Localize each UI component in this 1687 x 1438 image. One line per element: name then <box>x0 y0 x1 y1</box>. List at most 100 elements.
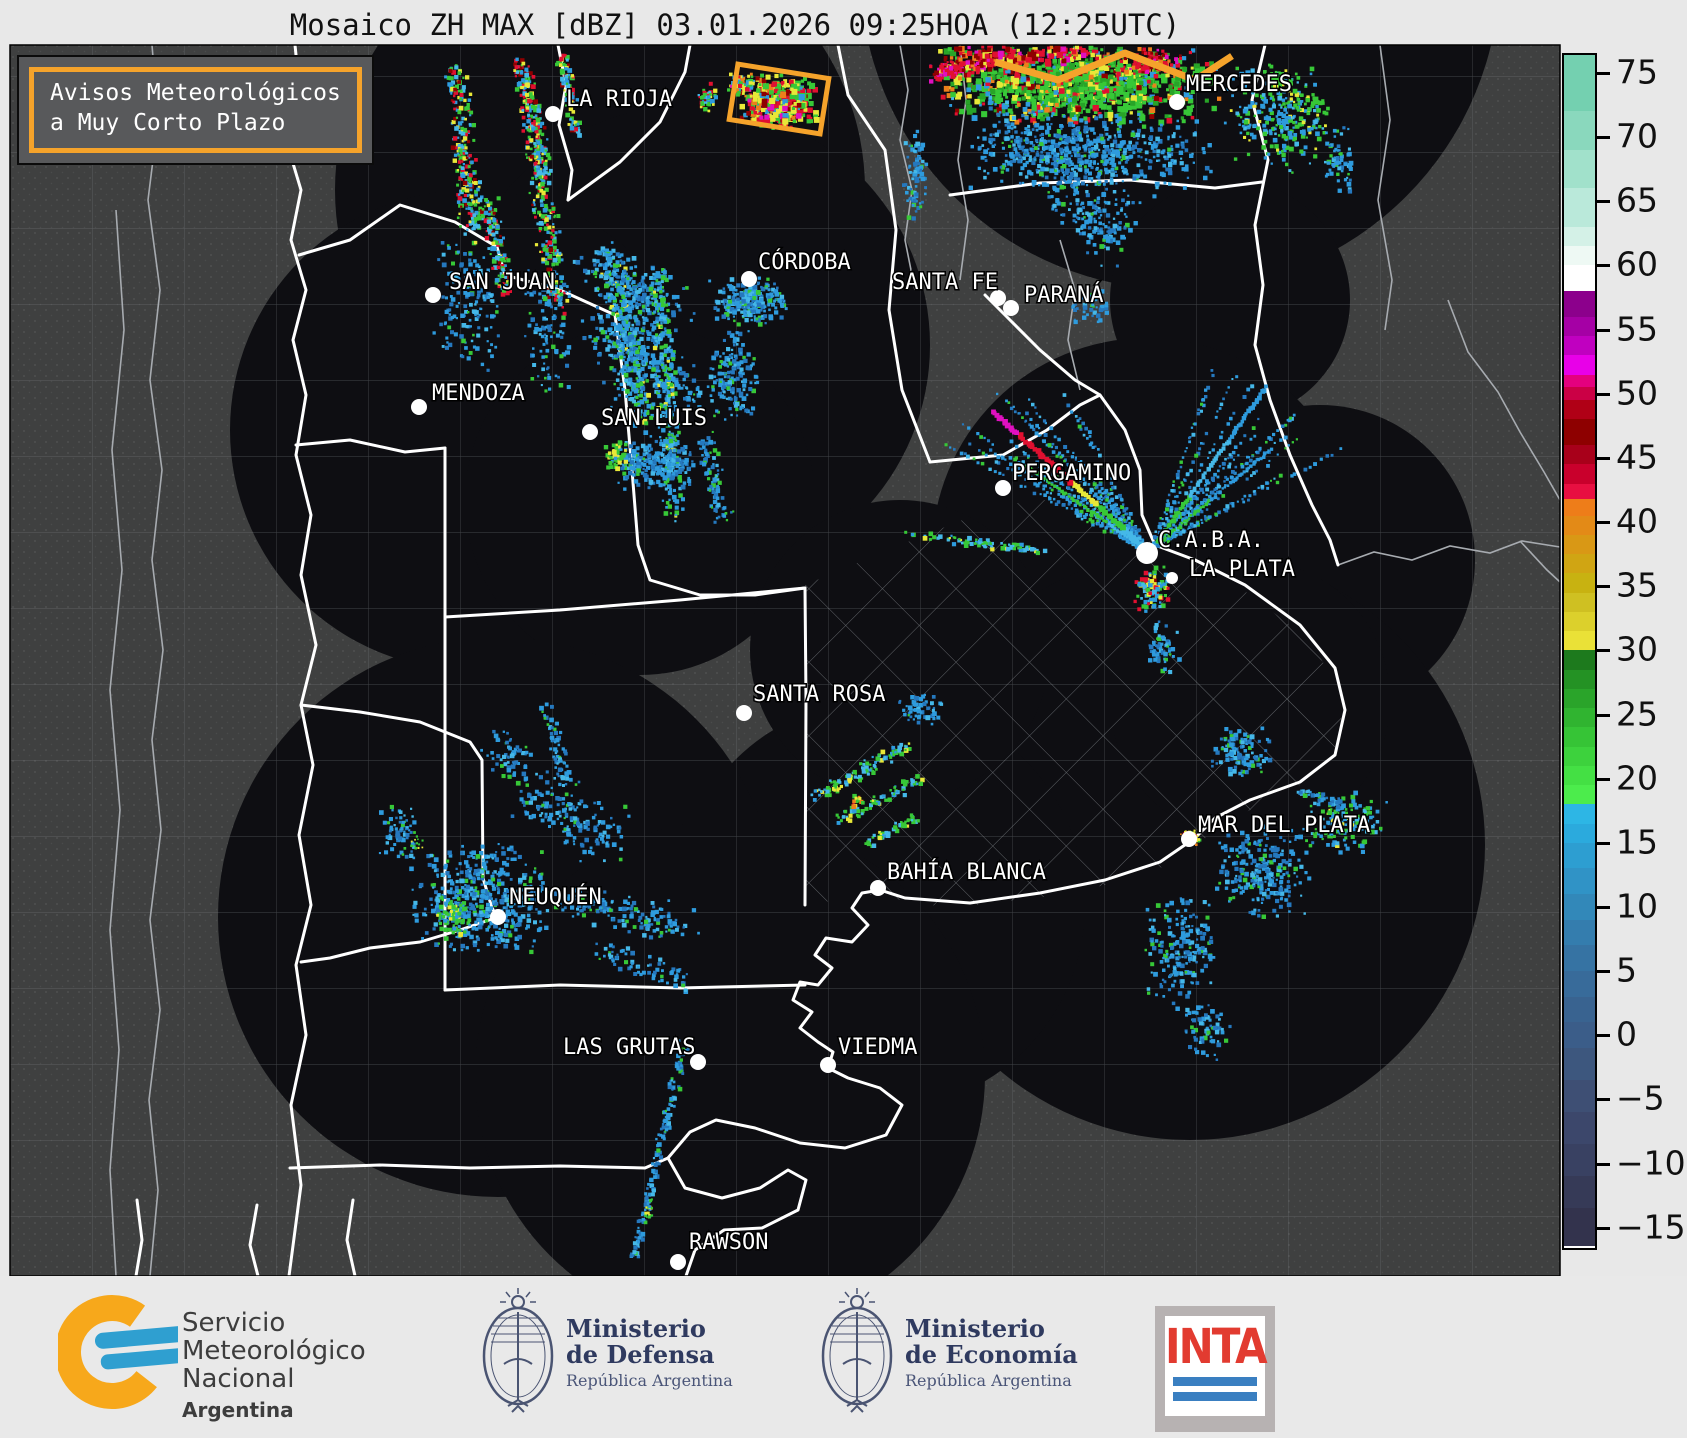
colorbar-segment <box>1564 534 1595 555</box>
colorbar-segment <box>1564 111 1595 151</box>
city-label: NEUQUÉN <box>509 884 602 910</box>
colorbar-segment <box>1564 387 1595 401</box>
colorbar-tick <box>1597 1098 1610 1102</box>
colorbar-tick-label: 5 <box>1616 950 1637 990</box>
economia-line3: República Argentina <box>905 1371 1072 1390</box>
colorbar-tick-label: −10 <box>1616 1143 1686 1183</box>
colorbar-segment <box>1564 355 1595 375</box>
colorbar-tick-label: 30 <box>1616 630 1658 670</box>
economia-line1: Ministerio <box>905 1314 1045 1343</box>
smn-logo-icon <box>58 1295 178 1409</box>
city-label: LA PLATA <box>1189 557 1295 582</box>
colorbar-tick <box>1597 200 1610 204</box>
economia-text: Ministerio de Economía República Argenti… <box>905 1314 1078 1391</box>
inta-wordmark: INTA <box>1165 1318 1268 1375</box>
smn-logo-text: Servicio Meteorológico Nacional Argentin… <box>182 1309 366 1424</box>
city-label: SAN JUAN <box>449 270 555 295</box>
colorbar-tick-label: 65 <box>1616 181 1658 221</box>
city-dot <box>545 106 561 122</box>
colorbar-tick <box>1597 392 1610 396</box>
colorbar-segment <box>1564 650 1595 671</box>
warning-line-2: a Muy Corto Plazo <box>50 110 286 137</box>
inta-bar-1 <box>1173 1377 1257 1386</box>
colorbar-segment <box>1564 1176 1595 1209</box>
city-dot <box>490 909 506 925</box>
colorbar-segment <box>1564 483 1595 500</box>
colorbar-segment <box>1564 631 1595 651</box>
colorbar-segment <box>1564 419 1595 446</box>
warning-box-inner: Avisos Meteorológicos a Muy Corto Plazo <box>29 67 362 153</box>
colorbar-segment <box>1564 669 1595 690</box>
colorbar-tick <box>1597 713 1610 717</box>
economia-crest-icon <box>821 1288 893 1413</box>
colorbar-tick <box>1597 841 1610 845</box>
colorbar-segment <box>1564 149 1595 189</box>
colorbar-segment <box>1564 400 1595 420</box>
colorbar-segment <box>1564 316 1595 337</box>
city-dot <box>425 287 441 303</box>
warning-box: Avisos Meteorológicos a Muy Corto Plazo <box>17 55 374 165</box>
defensa-text: Ministerio de Defensa República Argentin… <box>566 1316 733 1391</box>
colorbar-segment <box>1564 1208 1595 1247</box>
colorbar-segment <box>1564 842 1595 869</box>
colorbar-segment <box>1564 1112 1595 1145</box>
colorbar-tick-label: 45 <box>1616 437 1658 477</box>
colorbar-segment <box>1564 592 1595 613</box>
colorbar-tick-label: 70 <box>1616 116 1658 156</box>
city-dot <box>1169 94 1185 110</box>
colorbar-segment <box>1564 785 1595 805</box>
colorbar-tick-label: 25 <box>1616 694 1658 734</box>
colorbar-segment <box>1564 498 1595 517</box>
city-label: MENDOZA <box>432 381 525 406</box>
colorbar-tick <box>1597 72 1610 75</box>
city-dot <box>820 1057 836 1073</box>
colorbar-segment <box>1564 464 1595 485</box>
defensa-line3: República Argentina <box>566 1371 733 1390</box>
colorbar-tick <box>1597 777 1610 781</box>
colorbar-segment <box>1564 573 1595 594</box>
colorbar-segment <box>1564 971 1595 998</box>
colorbar-tick <box>1597 328 1610 332</box>
city-dot <box>1166 572 1178 584</box>
colorbar-segment <box>1564 445 1595 465</box>
city-dot <box>1003 300 1019 316</box>
colorbar-segment <box>1564 823 1595 844</box>
colorbar-tick <box>1597 521 1610 525</box>
city-dot <box>741 271 757 287</box>
colorbar-segment <box>1564 746 1595 767</box>
colorbar-segment <box>1564 727 1595 748</box>
smn-line2: Meteorológico <box>182 1336 366 1366</box>
city-label: PARANÁ <box>1024 282 1103 308</box>
colorbar-segment <box>1564 55 1595 112</box>
defensa-crest-icon <box>482 1288 554 1413</box>
colorbar-segment <box>1564 246 1595 266</box>
city-dot <box>1136 542 1158 564</box>
colorbar-segment <box>1564 1144 1595 1177</box>
colorbar-tick <box>1597 264 1610 268</box>
colorbar-segment <box>1564 945 1595 972</box>
colorbar-tick <box>1597 136 1610 140</box>
city-label: RAWSON <box>689 1230 768 1255</box>
city-label: VIEDMA <box>838 1035 917 1060</box>
colorbar-segment <box>1564 374 1595 388</box>
colorbar-tick-label: 60 <box>1616 245 1658 285</box>
colorbar-segment <box>1564 226 1595 247</box>
colorbar-segment <box>1564 765 1595 786</box>
colorbar-tick <box>1597 905 1610 909</box>
colorbar-tick-label: 0 <box>1616 1014 1637 1054</box>
colorbar-tick <box>1597 456 1610 460</box>
city-dot <box>736 705 752 721</box>
colorbar-tick-label: 10 <box>1616 886 1658 926</box>
colorbar-tick-label: 50 <box>1616 373 1658 413</box>
defensa-line2: de Defensa <box>566 1340 715 1369</box>
radar-map: LA RIOJA MERCEDES SAN JUAN CÓRDOBA SANTA FE P… <box>9 44 1561 1277</box>
colorbar-segment <box>1564 1022 1595 1049</box>
colorbar-segment <box>1564 804 1595 825</box>
smn-line3: Nacional <box>182 1364 295 1394</box>
colorbar-tick <box>1597 1226 1610 1230</box>
colorbar-segment <box>1564 894 1595 921</box>
city-dot <box>582 424 598 440</box>
city-dot <box>1181 831 1197 847</box>
city-label: LA RIOJA <box>566 87 672 112</box>
city-label: MAR DEL PLATA <box>1198 813 1370 838</box>
